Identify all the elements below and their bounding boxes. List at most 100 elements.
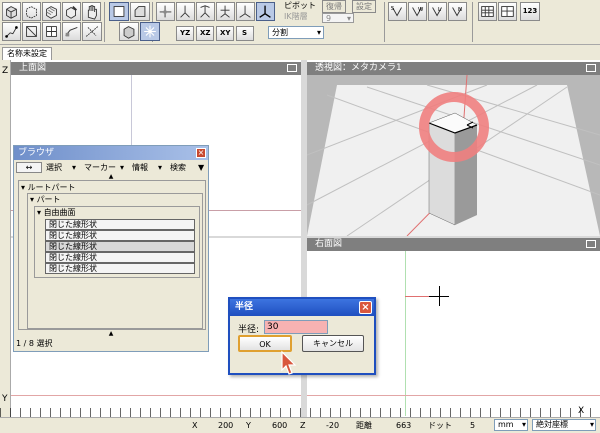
document-tab[interactable]: 名称未設定: [2, 47, 52, 60]
z-coord-value: -20: [326, 421, 340, 430]
tree-surface[interactable]: ▾ 自由曲面: [37, 207, 199, 218]
world-axis-icon[interactable]: [236, 2, 255, 21]
render-cube-icon[interactable]: [119, 22, 139, 41]
rotate-tool-icon[interactable]: [176, 2, 195, 21]
list-item-selected[interactable]: 閉じた線形状: [45, 241, 195, 252]
list-item[interactable]: 閉じた線形状: [45, 263, 195, 274]
tree-part[interactable]: ▾ パート: [30, 194, 202, 205]
browser-menubar: 選択 ▾ マーカー ▾ 情報 ▾ 検索 ▼: [44, 162, 204, 173]
radius-input[interactable]: [264, 320, 328, 334]
chevron-down-icon: ▾: [72, 163, 77, 172]
ik-lock-icon[interactable]: L: [428, 2, 447, 21]
camera-icon[interactable]: [586, 240, 596, 248]
split-select[interactable]: 分割 ▾: [268, 26, 324, 39]
radius-dialog[interactable]: 半径 × 半径: OK キャンセル: [228, 297, 376, 375]
view-s-icon[interactable]: S: [236, 26, 254, 41]
unit-select[interactable]: mm ▾: [494, 419, 528, 431]
counter-button[interactable]: 123: [520, 2, 540, 21]
perspective-title: 透視図：メタカメラ1: [315, 63, 402, 73]
menu-marker[interactable]: マーカー: [84, 162, 116, 173]
browser-tree[interactable]: ▾ ルートパート ▾ パート ▾ 自由曲面 閉じた線形状 閉じた線形状 閉じた線…: [18, 180, 206, 330]
cursor-crosshair-h: [429, 296, 449, 297]
triangle-down-icon[interactable]: ▾: [37, 208, 41, 217]
triangle-down-icon[interactable]: ▾: [21, 183, 25, 192]
hand-tool-icon[interactable]: [82, 2, 101, 21]
dialog-titlebar[interactable]: 半径 ×: [230, 299, 374, 316]
top-view-header: 上面図: [11, 62, 301, 75]
reset-button[interactable]: 復帰: [322, 0, 346, 13]
dialog-title: 半径: [235, 302, 254, 312]
list-item[interactable]: 閉じた線形状: [45, 219, 195, 230]
coord-mode-select[interactable]: 絶対座標 ▾: [532, 419, 596, 431]
menu-info[interactable]: 情報: [132, 162, 148, 173]
browser-titlebar[interactable]: ブラウザ ×: [14, 146, 208, 160]
expand-handle[interactable]: ▲: [16, 331, 206, 337]
ik-level-select[interactable]: 9 ▾: [322, 13, 354, 23]
y-coord-value: 600: [272, 421, 288, 430]
grid-line-horizontal: [11, 395, 301, 396]
camera-icon[interactable]: [586, 64, 596, 72]
triangle-down-icon[interactable]: ▾: [30, 195, 34, 204]
menu-select[interactable]: 選択: [46, 162, 62, 173]
chevron-down-icon: ▾: [158, 163, 163, 172]
horizontal-ruler: [0, 408, 600, 417]
tree-root[interactable]: ▾ ルートパート: [21, 182, 205, 193]
toolbar-separator: [104, 2, 105, 42]
close-icon[interactable]: ×: [196, 148, 206, 158]
distance-label: 距離: [356, 421, 372, 430]
collapse-handle[interactable]: ▲: [16, 174, 206, 180]
vertical-ruler: [0, 60, 11, 417]
radius-label: 半径:: [238, 325, 260, 335]
cancel-button[interactable]: キャンセル: [302, 335, 364, 352]
camera-icon[interactable]: [287, 64, 297, 72]
cube-wire-icon[interactable]: [22, 2, 41, 21]
y-coord-label: Y: [246, 421, 251, 430]
ik-weight-icon[interactable]: W: [408, 2, 427, 21]
scale-tool-icon[interactable]: [196, 2, 215, 21]
view-yz-icon[interactable]: YZ: [176, 26, 194, 41]
right-view-title: 右面図: [315, 239, 343, 249]
scale-box-icon[interactable]: [22, 22, 41, 41]
browser-window[interactable]: ブラウザ × ↔ 選択 ▾ マーカー ▾ 情報 ▾ 検索 ▼ ▲ ▾ ルートパート ▾ …: [13, 145, 209, 352]
wrench-cube-icon[interactable]: [62, 2, 81, 21]
mouse-cursor-icon: [281, 350, 297, 375]
grid-cube-icon[interactable]: [42, 2, 61, 21]
tree-part-label: パート: [36, 195, 61, 204]
local-axis-icon[interactable]: [216, 2, 235, 21]
move-tool-icon[interactable]: [156, 2, 175, 21]
list-item[interactable]: 閉じた線形状: [45, 230, 195, 241]
tree-root-label: ルートパート: [27, 183, 76, 192]
perspective-viewport[interactable]: 透視図：メタカメラ1: [307, 62, 600, 236]
settings-button[interactable]: 設定: [352, 0, 376, 13]
y-axis-label: Y: [2, 394, 8, 404]
z-axis-label: Z: [2, 66, 9, 76]
svg-text:N: N: [458, 7, 462, 13]
list-item[interactable]: 閉じた線形状: [45, 252, 195, 263]
view-xz-icon[interactable]: XZ: [196, 26, 214, 41]
line-tool-icon[interactable]: [2, 22, 21, 41]
spreadsheet-icon[interactable]: [478, 2, 497, 21]
shape-mode-icon[interactable]: [130, 2, 150, 21]
toolbar-separator: [472, 2, 473, 42]
coord-mode-value: 絶対座標: [536, 420, 568, 429]
grid-toggle-icon[interactable]: [42, 22, 61, 41]
chevron-down-icon: ▾: [521, 420, 526, 429]
axis-selected-icon[interactable]: [256, 2, 275, 21]
sparkle-icon[interactable]: [140, 22, 160, 41]
cube-solid-icon[interactable]: [2, 2, 21, 21]
right-view-header: 右面図: [307, 238, 600, 251]
dotted-select-icon[interactable]: [82, 22, 102, 41]
toolbar-divider: [0, 44, 600, 45]
window-split-icon[interactable]: [498, 2, 517, 21]
menu-search[interactable]: 検索: [170, 162, 186, 173]
nav-arrows-icon[interactable]: ↔: [16, 162, 42, 173]
ik-joint-icon[interactable]: S: [388, 2, 407, 21]
ik-normal-icon[interactable]: N: [448, 2, 467, 21]
close-icon[interactable]: ×: [359, 301, 372, 314]
tree-surface-label: 自由曲面: [43, 208, 76, 217]
surface-tool-icon[interactable]: [62, 22, 81, 41]
grid-line-horizontal: [307, 395, 600, 396]
object-mode-icon[interactable]: [109, 2, 129, 21]
ik-level-label: IK階層: [284, 12, 308, 21]
view-xy-icon[interactable]: XY: [216, 26, 234, 41]
